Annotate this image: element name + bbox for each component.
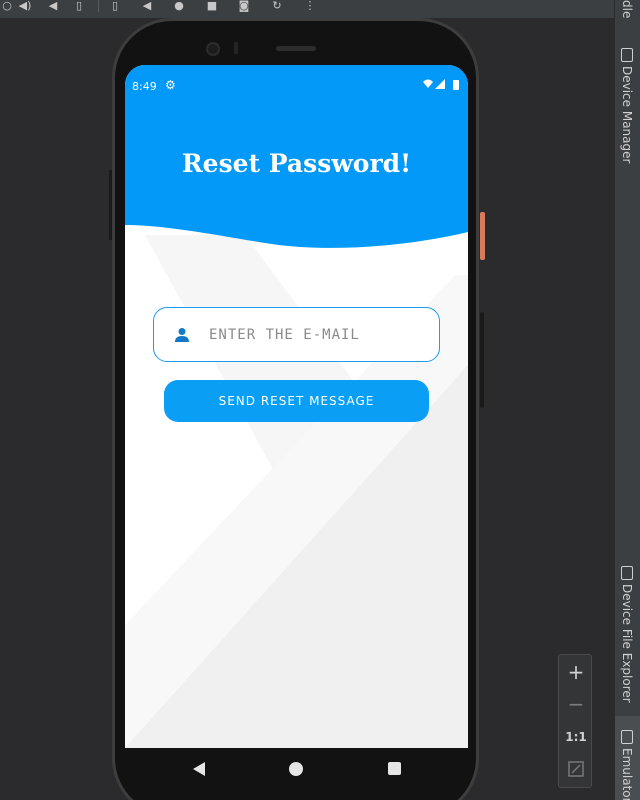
overview-icon[interactable]: ■	[205, 0, 219, 12]
fit-screen-icon	[568, 761, 584, 777]
home-icon[interactable]: ●	[172, 0, 186, 12]
nav-back-icon[interactable]	[193, 762, 205, 776]
tool-window-strip: dle Device Manager Device File Explorer …	[614, 0, 640, 800]
emulator-tab[interactable]: Emulator	[620, 748, 634, 800]
volume-down-icon[interactable]: ◀	[46, 0, 60, 12]
device-manager-icon	[621, 48, 633, 62]
volume-up-icon[interactable]: ◀)	[18, 0, 32, 12]
proximity-sensor	[234, 42, 238, 54]
phone-power-button[interactable]	[480, 212, 485, 260]
nav-home-icon[interactable]	[289, 762, 303, 776]
zoom-in-button[interactable]: +	[559, 656, 593, 688]
earpiece-speaker	[276, 46, 316, 51]
signal-icon	[435, 79, 445, 89]
rotate-left-icon[interactable]: ▯	[72, 0, 86, 12]
status-time: 8:49	[132, 80, 157, 93]
actual-size-button[interactable]: 1:1	[559, 721, 593, 753]
app-screen: 8:49 ⚙ Reset Password! SEND RESET MESSAG…	[125, 65, 468, 748]
screenshot-icon[interactable]: ◙	[237, 0, 251, 12]
back-icon[interactable]: ◀	[140, 0, 154, 12]
zoom-out-button[interactable]: −	[559, 688, 593, 720]
email-input[interactable]	[209, 323, 429, 347]
settings-gear-icon: ⚙	[165, 78, 176, 92]
nav-recents-icon[interactable]	[388, 762, 401, 775]
android-nav-bar	[125, 748, 468, 790]
front-camera	[206, 42, 220, 56]
snapshot-icon[interactable]: ↻	[270, 0, 284, 12]
battery-icon	[453, 80, 459, 90]
toolbar-divider	[98, 0, 99, 12]
page-title: Reset Password!	[181, 149, 412, 178]
status-bar: 8:49 ⚙	[125, 75, 468, 99]
phone-volume-button[interactable]	[480, 312, 484, 408]
send-reset-message-button[interactable]: SEND RESET MESSAGE	[164, 380, 429, 422]
emulator-toolbar: ○ ◀) ◀ ▯ ▯ ◀ ● ■ ◙ ↻ ⋮	[0, 0, 614, 18]
more-icon[interactable]: ⋮	[303, 0, 317, 12]
wifi-icon	[423, 79, 433, 88]
fit-screen-button[interactable]	[559, 753, 593, 785]
email-field[interactable]	[153, 307, 440, 362]
device-file-explorer-icon	[621, 566, 633, 580]
phone-left-button	[109, 170, 112, 240]
device-file-explorer-tab[interactable]: Device File Explorer	[620, 584, 634, 703]
person-icon	[175, 328, 189, 342]
emulator-icon	[621, 730, 633, 744]
rotate-right-icon[interactable]: ▯	[108, 0, 122, 12]
strip-label-gradle[interactable]: dle	[620, 0, 634, 18]
zoom-controls: + − 1:1	[558, 654, 592, 788]
power-icon[interactable]: ○	[0, 0, 14, 12]
device-manager-tab[interactable]: Device Manager	[620, 66, 634, 163]
